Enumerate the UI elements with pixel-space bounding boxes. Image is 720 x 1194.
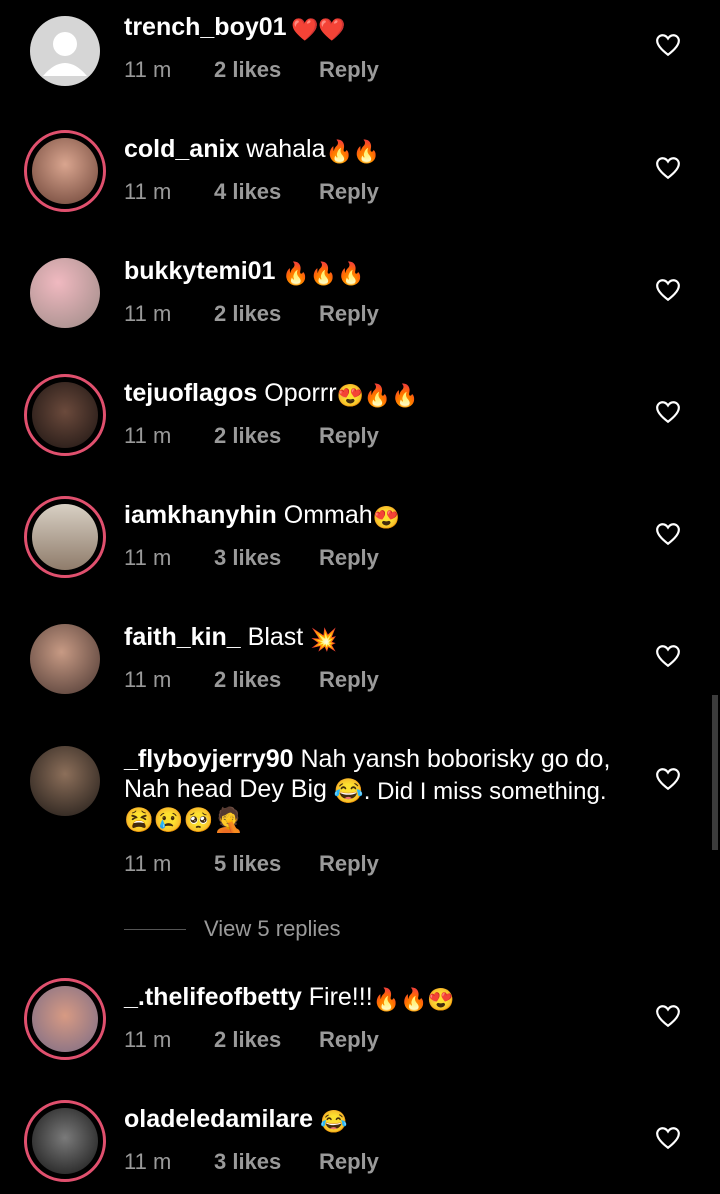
comment-username[interactable]: tejuoflagos (124, 379, 257, 407)
comment-time: 11 m (124, 1027, 172, 1052)
reply-button[interactable]: Reply (319, 1149, 379, 1175)
comment-username[interactable]: faith_kin_ (124, 623, 241, 651)
avatar[interactable] (24, 740, 106, 822)
avatar[interactable] (24, 618, 106, 700)
comment-text: wahala (239, 135, 326, 163)
avatar[interactable] (24, 10, 106, 92)
comment-likes[interactable]: 3 likes (214, 1149, 319, 1175)
comment-time: 11 m (124, 179, 172, 204)
avatar[interactable] (24, 496, 106, 578)
comment-text (313, 1105, 320, 1133)
comment-likes[interactable]: 2 likes (214, 1027, 319, 1053)
comment-likes[interactable]: 2 likes (214, 57, 319, 83)
comment-time: 11 m (124, 57, 172, 82)
comment-username[interactable]: iamkhanyhin (124, 501, 277, 529)
heart-icon[interactable] (655, 278, 681, 302)
comment-emoji: 😍🔥🔥 (336, 383, 419, 408)
reply-button[interactable]: Reply (319, 301, 379, 327)
comment-emoji: 😂 (319, 1109, 348, 1134)
heart-icon[interactable] (655, 644, 681, 668)
avatar[interactable] (24, 252, 106, 334)
comment-likes[interactable]: 5 likes (214, 851, 319, 877)
view-replies-label: View 5 replies (204, 916, 341, 941)
comment-likes[interactable]: 2 likes (214, 423, 319, 449)
reply-button[interactable]: Reply (319, 179, 379, 205)
comment-emoji: ❤️❤️ (291, 17, 346, 42)
avatar[interactable] (24, 374, 106, 456)
comment-emoji: 💥 (310, 627, 338, 652)
comment-emoji: 😍 (372, 505, 401, 530)
view-replies-button[interactable]: View 5 replies (124, 916, 341, 942)
comment-time: 11 m (124, 301, 172, 326)
comment-username[interactable]: oladeledamilare (124, 1105, 313, 1133)
reply-button[interactable]: Reply (319, 667, 379, 693)
divider (124, 928, 186, 930)
comment-text: Ommah (276, 501, 373, 529)
comment-likes[interactable]: 2 likes (214, 301, 319, 327)
scrollbar[interactable] (712, 695, 718, 850)
reply-button[interactable]: Reply (319, 545, 379, 571)
comment-emoji: 🔥🔥😍 (372, 987, 455, 1012)
comment-emoji: 🔥🔥🔥 (282, 261, 365, 286)
comment-username[interactable]: _.thelifeofbetty (124, 983, 302, 1011)
comment-text: Oporrr (257, 379, 337, 407)
comment-username[interactable]: cold_anix (124, 135, 239, 163)
comment-time: 11 m (124, 1149, 172, 1174)
comment-username[interactable]: trench_boy01 (124, 13, 287, 41)
comment-time: 11 m (124, 667, 172, 692)
comment-time: 11 m (124, 851, 172, 876)
comment-emoji: 🔥🔥 (325, 139, 381, 164)
avatar[interactable] (24, 1100, 106, 1182)
avatar[interactable] (24, 978, 106, 1060)
reply-button[interactable]: Reply (319, 1027, 379, 1053)
comment-text: Blast (240, 623, 311, 651)
heart-icon[interactable] (655, 400, 681, 424)
comment-likes[interactable]: 3 likes (214, 545, 319, 571)
default-avatar-icon (43, 32, 87, 76)
reply-button[interactable]: Reply (319, 423, 379, 449)
reply-button[interactable]: Reply (319, 57, 379, 83)
comment-likes[interactable]: 2 likes (214, 667, 319, 693)
comment-username[interactable]: bukkytemi01 (124, 257, 275, 285)
heart-icon[interactable] (655, 522, 681, 546)
avatar[interactable] (24, 130, 106, 212)
comment-time: 11 m (124, 545, 172, 570)
comment-time: 11 m (124, 423, 172, 448)
comment-username[interactable]: _flyboyjerry90 (124, 745, 294, 773)
comment-likes[interactable]: 4 likes (214, 179, 319, 205)
heart-icon[interactable] (655, 767, 681, 791)
heart-icon[interactable] (655, 156, 681, 180)
heart-icon[interactable] (655, 1126, 681, 1150)
reply-button[interactable]: Reply (319, 851, 379, 877)
heart-icon[interactable] (655, 1004, 681, 1028)
comment-text: Fire!!! (301, 983, 373, 1011)
heart-icon[interactable] (655, 33, 681, 57)
